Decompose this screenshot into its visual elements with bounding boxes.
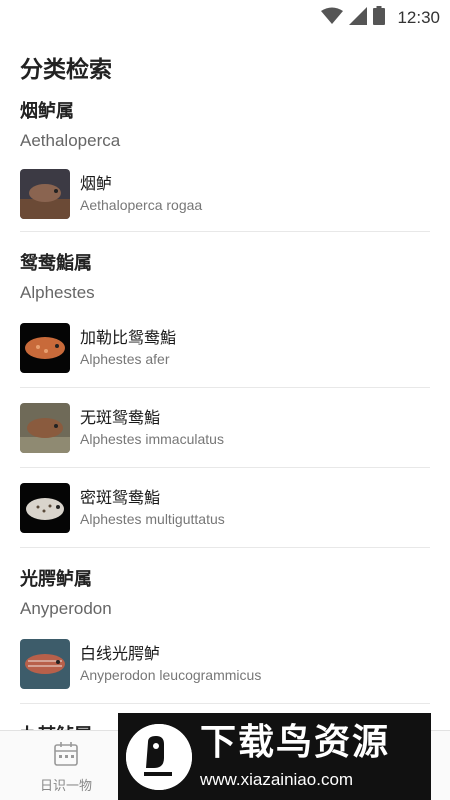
species-item[interactable]: 密斑鸳鸯鮨 Alphestes multiguttatus [20,468,430,548]
species-item[interactable]: 烟鲈 Aethaloperca rogaa [20,156,430,232]
watermark-title: 下载鸟资源 [200,721,391,763]
species-latin-name: Alphestes immaculatus [80,430,224,447]
status-time: 12:30 [397,7,440,27]
species-latin-name: Alphestes afer [80,350,170,367]
genus-name: 烟鲈属 [20,101,74,122]
genus-header: 烟鲈属 Aethaloperca [0,98,450,156]
genus-name: 鸳鸯鮨属 [20,253,92,274]
genus-name: 光腭鲈属 [20,569,92,590]
battery-icon [373,6,386,29]
status-bar: 12:30 [0,0,450,30]
species-chinese-name: 加勒比鸳鸯鮨 [80,327,177,347]
calendar-icon [53,742,79,771]
watermark-url: www.xiazainiao.com [200,769,354,789]
species-item[interactable]: 白线光腭鲈 Anyperodon leucogrammicus [20,624,430,704]
species-chinese-name: 无斑鸳鸯鮨 [80,407,161,427]
signal-icon [349,6,368,29]
status-icons: 12:30 [321,6,440,29]
species-chinese-name: 白线光腭鲈 [80,643,161,663]
species-latin-name: Aethaloperca rogaa [80,196,203,213]
genus-latin: Alphestes [20,283,95,302]
genus-list[interactable]: 烟鲈属 Aethaloperca 烟鲈 Aethaloperca rogaa 鸳… [0,98,450,750]
fish-thumbnail [20,322,70,373]
wifi-icon [321,7,344,29]
page-title: 分类检索 [20,57,112,83]
nav-item-daily[interactable]: 日识一物 [30,741,102,794]
fish-thumbnail [20,168,70,219]
genus-latin: Aethaloperca [20,131,121,150]
genus-latin: Anyperodon [20,599,112,618]
species-item[interactable]: 加勒比鸳鸯鮨 Alphestes afer [20,308,430,388]
species-latin-name: Alphestes multiguttatus [80,510,225,527]
nav-label: 日识一物 [39,779,92,794]
watermark-banner: 下载鸟资源 www.xiazainiao.com [118,713,431,800]
species-chinese-name: 烟鲈 [80,173,113,193]
genus-header: 光腭鲈属 Anyperodon [0,566,450,624]
species-item[interactable]: 无斑鸳鸯鮨 Alphestes immaculatus [20,388,430,468]
fish-thumbnail [20,638,70,689]
species-latin-name: Anyperodon leucogrammicus [80,666,262,683]
bird-logo-icon [126,723,192,790]
fish-thumbnail [20,482,70,533]
genus-header: 鸳鸯鮨属 Alphestes [0,250,450,308]
species-chinese-name: 密斑鸳鸯鮨 [80,487,161,507]
fish-thumbnail [20,402,70,453]
